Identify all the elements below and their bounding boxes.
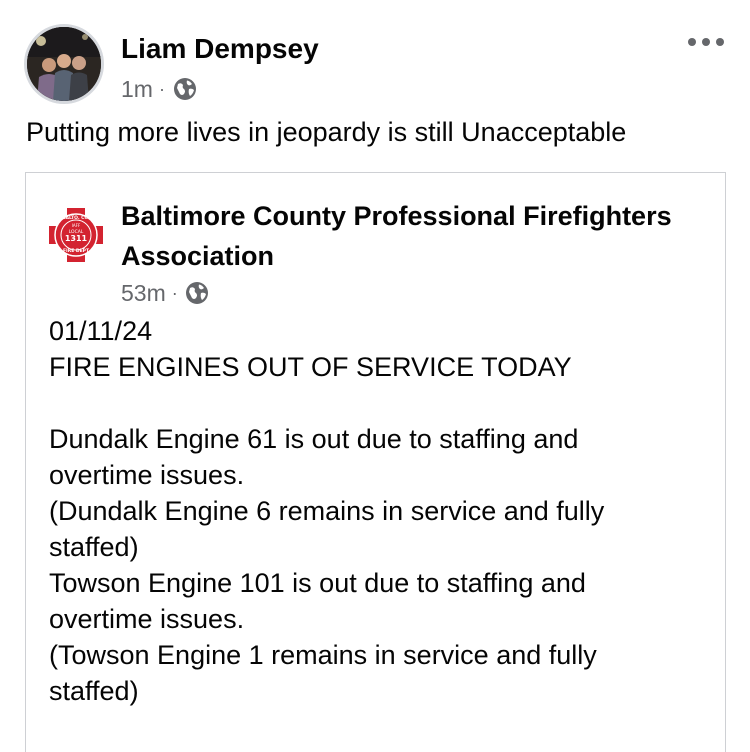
body-line [49,385,709,421]
post-text: Putting more lives in jeopardy is still … [26,117,627,147]
shared-page-name[interactable]: Baltimore County Professional Firefighte… [121,196,681,276]
svg-text:1311: 1311 [65,234,88,243]
more-options-button[interactable] [688,34,724,50]
more-options-icon-dot [702,38,710,46]
body-line: 01/11/24 [49,316,153,346]
globe-icon[interactable] [173,77,197,101]
shared-post-body: 01/11/24 FIRE ENGINES OUT OF SERVICE TOD… [49,313,709,709]
author-name[interactable]: Liam Dempsey [121,33,319,65]
meta-separator: · [158,78,165,99]
body-line: overtime issues. [49,460,245,490]
body-line: Dundalk Engine 61 is out due to staffing… [49,424,579,454]
body-line: Towson Engine 101 is out due to staffing… [49,568,586,598]
meta-separator: · [171,282,178,303]
more-options-icon-dot [688,38,696,46]
body-line: FIRE ENGINES OUT OF SERVICE TODAY [49,352,572,382]
avatar-photo [27,27,101,101]
body-line: staffed) [49,676,139,706]
svg-text:FIRE DEPT: FIRE DEPT [63,248,90,254]
svg-text:IAFF: IAFF [72,223,81,228]
post-timestamp[interactable]: 1m [121,76,153,103]
globe-icon[interactable] [185,281,209,305]
shared-post-card[interactable]: BALTO. CO. IAFF LOCAL 1311 FIRE DEPT Bal… [25,172,726,752]
shared-post-meta: 53m · [121,277,209,309]
body-line: overtime issues. [49,604,245,634]
body-line: staffed) [49,532,139,562]
post-meta: 1m · [121,73,197,105]
author-avatar[interactable] [24,24,104,104]
body-line: (Towson Engine 1 remains in service and … [49,640,597,670]
body-line: (Dundalk Engine 6 remains in service and… [49,496,605,526]
post-header: Liam Dempsey 1m · [0,0,750,110]
shared-post-timestamp[interactable]: 53m [121,280,166,307]
more-options-icon-dot [716,38,724,46]
svg-text:BALTO. CO.: BALTO. CO. [62,215,90,221]
firefighters-logo[interactable]: BALTO. CO. IAFF LOCAL 1311 FIRE DEPT [47,206,105,264]
